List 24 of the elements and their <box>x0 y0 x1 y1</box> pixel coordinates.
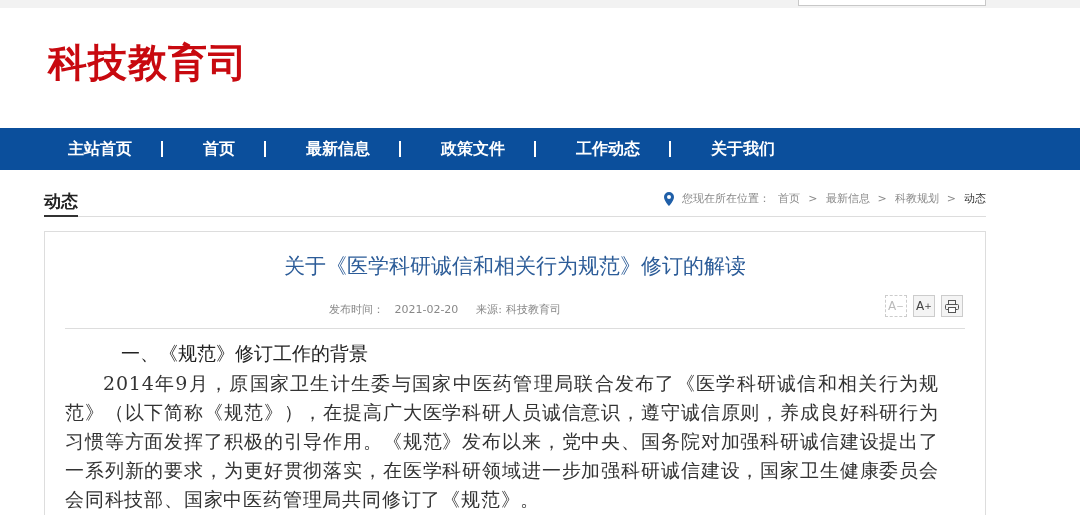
breadcrumb-link[interactable]: 科教规划 <box>894 191 939 206</box>
breadcrumb-separator: > <box>877 192 887 205</box>
location-pin-icon <box>664 191 675 206</box>
article-paragraph: 2014年9月，原国家卫生计生委与国家中医药管理局联合发布了《医学科研诚信和相关行为规范》（以下简称《规范》），在提高广大医学科研人员诚信意识，遵守诚信原则，养成良好科研行为习惯等方面发挥了积极的引导作用。《规范》发布以来，党中央、国务院对加强科研诚信建设提出了一系列新的要求，为更好贯彻落实，在医学科研领域进一步加强科研诚信建设，国家卫生健康委员会会同科技部、国家中医药管理局共同修订了《规范》。 <box>65 371 939 512</box>
article-title: 关于《医学科研诚信和相关行为规范》修订的解读 <box>283 253 747 280</box>
breadcrumb-label: 您现在所在位置： <box>682 191 771 206</box>
print-button[interactable] <box>941 295 963 317</box>
nav-link[interactable]: 最新信息 <box>306 138 370 160</box>
breadcrumb-link[interactable]: 首页 <box>778 191 801 206</box>
article-source: 来源: 科技教育司 <box>476 301 561 317</box>
nav-link[interactable]: 工作动态 <box>576 138 640 160</box>
site-logo[interactable]: 科技教育司 <box>48 36 248 90</box>
section-heading: 一、《规范》修订工作的背景 <box>121 341 369 366</box>
section-title: 动态 <box>44 190 78 217</box>
publish-label: 发布时间： <box>329 301 385 317</box>
nav-link[interactable]: 首页 <box>203 138 235 160</box>
breadcrumb-separator: > <box>808 192 818 205</box>
breadcrumb-link[interactable]: 动态 <box>964 191 986 206</box>
breadcrumb-link[interactable]: 最新信息 <box>825 191 870 206</box>
publish-date: 2021-02-20 <box>394 302 459 316</box>
nav-link[interactable]: 关于我们 <box>711 138 775 160</box>
nav-link[interactable]: 主站首页 <box>68 138 132 160</box>
breadcrumb-separator: > <box>946 192 956 205</box>
nav-link[interactable]: 政策文件 <box>441 138 505 160</box>
